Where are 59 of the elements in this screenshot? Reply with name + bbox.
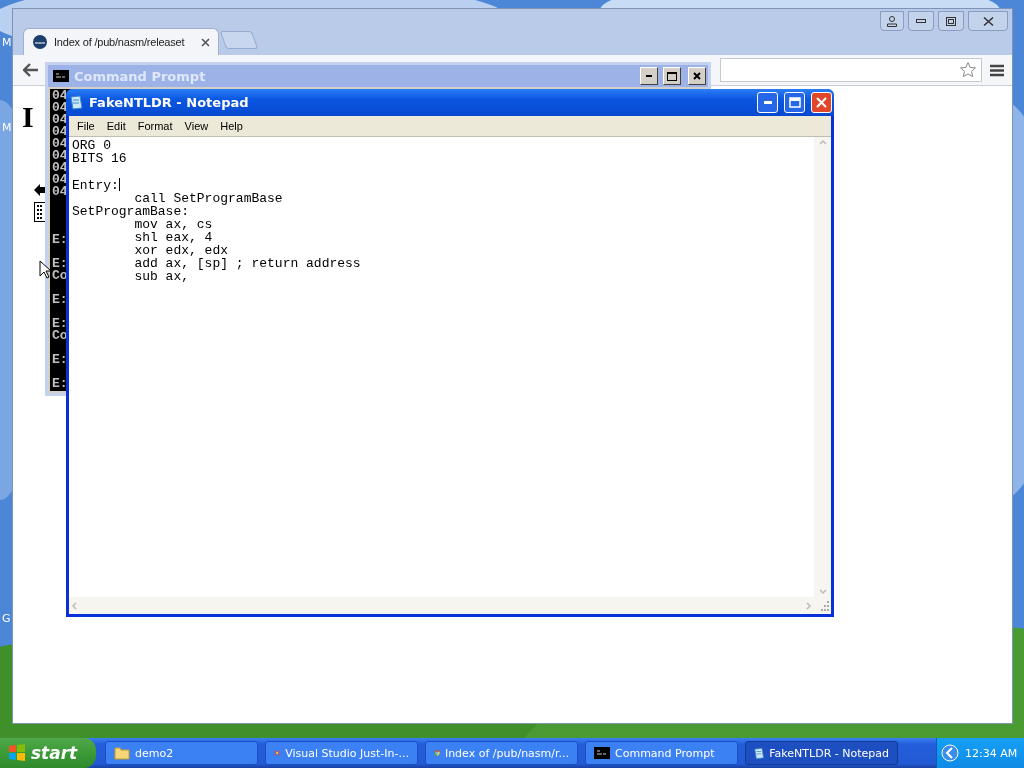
- console-line: 04: [52, 186, 68, 198]
- desktop-icon-label[interactable]: M: [2, 36, 12, 49]
- site-icon: [32, 34, 48, 50]
- console-line: 04: [52, 174, 68, 186]
- window-title: Command Prompt: [74, 68, 207, 84]
- console-line: 04: [52, 114, 68, 126]
- page-heading: I: [22, 100, 34, 134]
- console-line: 04: [52, 102, 68, 114]
- console-line: 04: [52, 90, 68, 102]
- windows-logo-icon: [8, 744, 26, 762]
- back-icon[interactable]: [23, 63, 39, 77]
- person-icon: [887, 15, 897, 27]
- menu-icon[interactable]: [990, 63, 1004, 77]
- menu-item[interactable]: View: [178, 120, 215, 132]
- minimize-icon: [763, 101, 772, 104]
- maximize-icon: [788, 97, 801, 108]
- maximize-icon: [946, 16, 956, 26]
- chevron-icon[interactable]: [941, 744, 959, 762]
- console-icon: [594, 747, 610, 759]
- clock: 12:34 AM: [965, 746, 1018, 760]
- close-icon[interactable]: [201, 37, 210, 47]
- profile-button[interactable]: [880, 11, 904, 31]
- console-line: E:: [52, 378, 68, 390]
- menu-item[interactable]: File: [71, 120, 101, 132]
- close-icon: [982, 16, 994, 26]
- console-line: E:: [52, 294, 68, 306]
- minimize-icon: [646, 75, 652, 77]
- console-line: E:: [52, 318, 68, 330]
- notepad-icon: [754, 745, 765, 761]
- notepad-icon: [70, 95, 83, 110]
- close-icon: [816, 97, 827, 108]
- console-icon: [53, 70, 69, 82]
- desktop-icon-label[interactable]: G: [2, 612, 11, 625]
- console-line: 04: [52, 150, 68, 162]
- taskbar-button[interactable]: FakeNTLDR - Notepad: [745, 741, 898, 765]
- maximize-icon: [667, 71, 677, 81]
- menu-item[interactable]: Help: [214, 120, 249, 132]
- window-title: FakeNTLDR - Notepad: [89, 95, 250, 110]
- console-line: E:: [52, 258, 68, 270]
- minimize-button[interactable]: [908, 11, 934, 31]
- console-line: E:: [52, 234, 68, 246]
- taskbar-button[interactable]: demo2: [105, 741, 258, 765]
- maximize-button[interactable]: [938, 11, 964, 31]
- menu-item[interactable]: Edit: [100, 120, 132, 132]
- menu-item[interactable]: Format: [131, 120, 179, 132]
- taskbar-button[interactable]: Index of /pub/nasm/r...: [425, 741, 578, 765]
- taskbar-button[interactable]: Visual Studio Just-In-...: [265, 741, 418, 765]
- binary-file-icon: [34, 202, 46, 222]
- minimize-icon: [916, 19, 926, 23]
- console-line: 04: [52, 126, 68, 138]
- console-line: 04: [52, 162, 68, 174]
- folder-icon: [114, 746, 130, 760]
- taskbar-button[interactable]: Command Prompt: [585, 741, 738, 765]
- browser-tab[interactable]: Index of /pub/nasm/releaset: [23, 28, 219, 55]
- start-button[interactable]: start: [0, 738, 96, 768]
- star-icon[interactable]: [959, 61, 977, 79]
- console-line: 04: [52, 138, 68, 150]
- console-line: E:: [52, 354, 68, 366]
- close-icon: [693, 72, 701, 80]
